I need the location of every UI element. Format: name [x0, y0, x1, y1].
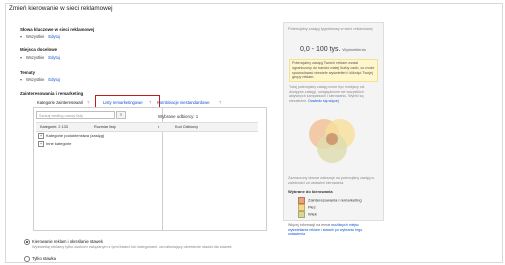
reach-venn-chart	[309, 119, 355, 163]
search-icon[interactable]: ⌕	[116, 111, 126, 119]
topics-value: Wszystkie	[26, 77, 45, 82]
legend-swatch	[298, 197, 305, 204]
list-item-label: Inne kategorie	[46, 141, 72, 147]
list-item-label: Kategorie podobieństwa (zasięg)	[46, 133, 105, 139]
help-icon[interactable]: ?	[219, 100, 221, 105]
list-item[interactable]: + Kategorie podobieństwa (zasięg)	[38, 133, 104, 139]
keywords-label: Słowa kluczowe w sieci reklamowej	[20, 27, 95, 32]
legend-swatch	[298, 204, 305, 211]
legend-swatch	[298, 211, 305, 218]
chevron-down-icon[interactable]: ▾	[20, 77, 22, 82]
reach-note: Tutaj potencjalny zasięg może być mniejs…	[289, 85, 379, 103]
legend-item: Zainteresowania i remarketing	[298, 197, 362, 204]
reach-warning: Potencjalny zasięg Twoich reklam został …	[289, 59, 378, 82]
reach-range: 0,0 - 100 tys. Wyświetlenia	[300, 46, 366, 53]
list-item[interactable]: + Inne kategorie	[38, 141, 71, 147]
expand-icon[interactable]: +	[38, 141, 44, 147]
radio-bid-only[interactable]: Tylko stawka	[24, 256, 56, 262]
chevron-down-icon[interactable]: ▾	[20, 55, 22, 60]
keywords-value-row: Wszystkie Edytuj	[26, 34, 60, 39]
radio-checked-icon[interactable]	[24, 239, 30, 245]
placements-edit-link[interactable]: Edytuj	[48, 55, 59, 60]
footer-text: Więcej informacji na temat	[288, 223, 331, 227]
placements-value-row: Wszystkie Edytuj	[26, 55, 60, 60]
col-list-size[interactable]: Rozmiar listy	[94, 123, 116, 131]
legend-label: Wiek	[308, 211, 317, 217]
tab-custom-combinations[interactable]: Kombinacje niestandardowe	[157, 100, 210, 105]
legend-label: Płeć	[308, 204, 316, 210]
remarketing-label: Zainteresowania i remarketing	[20, 91, 84, 96]
radio-description: Wyświetlaj reklamy tylko osobom związany…	[32, 245, 232, 249]
selected-audiences-title: Wybrane odbiorcy: 1	[158, 114, 199, 119]
tab-interest-categories[interactable]: Kategorie zainteresowań	[37, 100, 83, 105]
expand-icon[interactable]: +	[38, 133, 44, 139]
sidebar-footer: Więcej informacji na temat możliwych mie…	[288, 223, 380, 237]
topics-label: Tematy	[20, 70, 36, 75]
radio-label: Kierowanie reklam i określanie stawek	[32, 239, 103, 245]
placements-label: Miejsca docelowe	[20, 47, 58, 52]
search-input[interactable]: Szukaj według nazwy listy	[36, 111, 115, 119]
keywords-edit-link[interactable]: Edytuj	[48, 34, 59, 39]
topics-edit-link[interactable]: Edytuj	[48, 77, 59, 82]
legend-item: Wiek	[298, 211, 317, 218]
placements-value: Wszystkie	[26, 55, 45, 60]
venn-intersection	[326, 133, 338, 145]
reach-range-value: 0,0 - 100 tys.	[300, 46, 341, 53]
radio-label: Tylko stawka	[32, 256, 56, 262]
help-icon[interactable]: ?	[87, 100, 89, 105]
selected-table-header: ▪ Kod Odbiorcy	[154, 122, 258, 132]
chevron-down-icon[interactable]: ▾	[20, 34, 22, 39]
legend-item: Płeć	[298, 204, 316, 211]
reach-heading: Potencjalny zasięg tygodniowy w sieci re…	[288, 27, 373, 31]
legend-label: Zainteresowania i remarketing	[308, 197, 362, 203]
radio-unchecked-icon[interactable]	[24, 256, 30, 262]
remove-all-icon[interactable]: ▪	[158, 123, 159, 131]
reach-range-unit: Wyświetlenia	[342, 47, 366, 52]
topics-value-row: Wszystkie Edytuj	[26, 77, 60, 82]
page-title: Zmień kierowanie w sieci reklamowej	[9, 5, 113, 12]
lists-table-header: Kategorie: 2 133 Rozmiar listy	[36, 122, 162, 132]
col-category: Kategorie: 2 133	[40, 125, 68, 129]
col-audience-code: Kod Odbiorcy	[175, 125, 199, 129]
legend-title: Wybrane do kierowania	[288, 189, 333, 194]
learn-more-link[interactable]: Dowiedz się więcej	[308, 99, 338, 103]
keywords-value: Wszystkie	[26, 34, 45, 39]
chart-caption: Zaznaczony obszar wskazuje na potencjaln…	[288, 176, 375, 185]
